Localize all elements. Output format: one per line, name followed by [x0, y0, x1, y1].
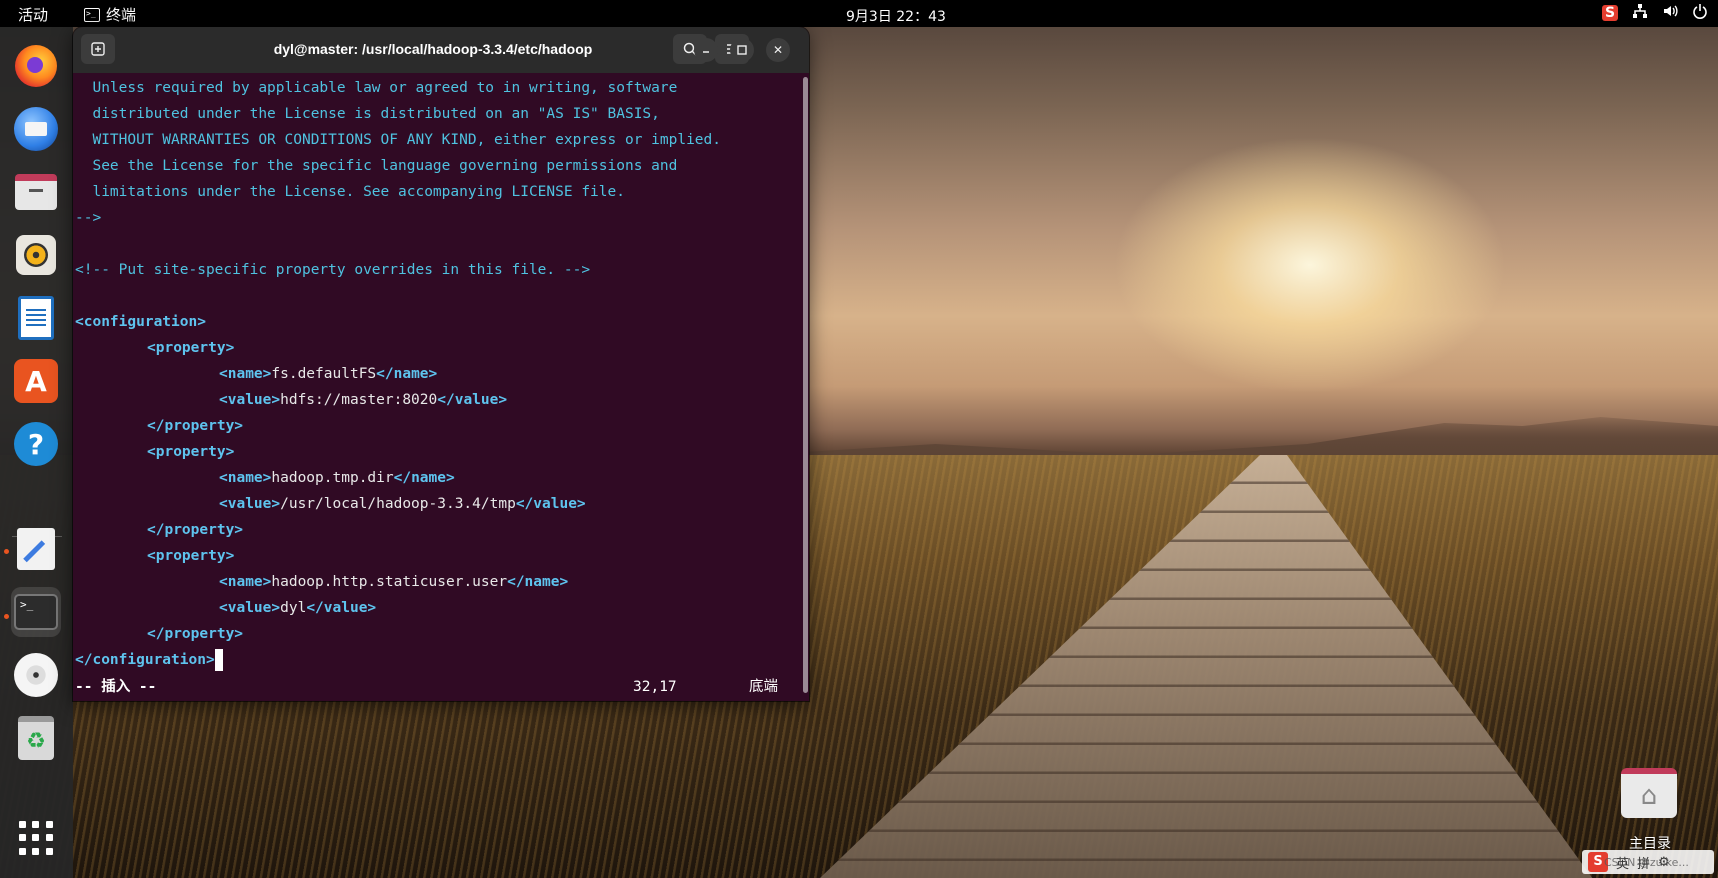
- dock-thunderbird[interactable]: [11, 104, 61, 154]
- terminal-icon: >_: [84, 7, 100, 22]
- app-grid-icon: [19, 821, 53, 855]
- dock-writer[interactable]: [11, 293, 61, 343]
- app-store-icon: A: [14, 359, 58, 403]
- xml-tag: </property>: [147, 626, 244, 642]
- xml-line: <value>hdfs://master:8020</value>: [219, 392, 508, 408]
- vim-mode: -- 插入 --: [75, 679, 157, 695]
- cursor-position: 32,17: [633, 679, 677, 695]
- close-icon: ✕: [772, 43, 784, 57]
- clock[interactable]: 9月3日 22：43: [846, 6, 946, 26]
- home-folder-icon[interactable]: ⌂: [1616, 763, 1680, 827]
- trash-icon: ♻: [18, 716, 54, 760]
- xml-tag: <property>: [147, 340, 235, 356]
- thunderbird-icon: [14, 107, 58, 151]
- xml-line: <name>hadoop.tmp.dir</name>: [219, 470, 455, 486]
- xml-tag: <property>: [147, 548, 235, 564]
- dvd-icon: [14, 653, 58, 697]
- xml-line: </configuration>: [75, 647, 223, 673]
- text-line: -->: [75, 210, 102, 226]
- top-bar: 活动 >_ 终端 9月3日 22：43 S: [0, 0, 1718, 27]
- dock-app-store[interactable]: A: [11, 356, 61, 406]
- maximize-icon: [737, 45, 747, 55]
- dock-trash[interactable]: ♻: [11, 713, 61, 763]
- maximize-button[interactable]: [730, 38, 754, 62]
- text-line: WITHOUT WARRANTIES OR CONDITIONS OF ANY …: [75, 132, 722, 148]
- app-menu-label: 终端: [106, 6, 137, 24]
- xml-line: <name>hadoop.http.staticuser.user</name>: [219, 574, 569, 590]
- network-icon[interactable]: [1632, 3, 1648, 23]
- xml-tag: </property>: [147, 522, 244, 538]
- text-line: distributed under the License is distrib…: [75, 106, 660, 122]
- xml-line: <name>fs.defaultFS</name>: [219, 366, 438, 382]
- home-icon: ⌂: [1621, 768, 1677, 818]
- volume-icon[interactable]: [1662, 3, 1678, 23]
- text-editor-icon: [17, 528, 55, 570]
- text-line: <!-- Put site-specific property override…: [75, 262, 591, 278]
- terminal-icon: >_: [14, 594, 58, 630]
- power-icon[interactable]: [1692, 3, 1708, 23]
- rhythmbox-icon: [16, 235, 56, 275]
- xml-tag: <configuration>: [75, 314, 206, 330]
- scroll-position: 底端: [749, 679, 778, 695]
- xml-line: <value>/usr/local/hadoop-3.3.4/tmp</valu…: [219, 496, 586, 512]
- system-tray[interactable]: S: [1602, 3, 1708, 23]
- firefox-icon: [15, 45, 57, 87]
- scrollbar[interactable]: [801, 73, 809, 701]
- terminal-titlebar[interactable]: dyl@master: /usr/local/hadoop-3.3.4/etc/…: [73, 27, 809, 73]
- dock-files[interactable]: [11, 167, 61, 217]
- dock-rhythmbox[interactable]: [11, 230, 61, 280]
- scrollbar-thumb[interactable]: [803, 77, 808, 693]
- terminal-window[interactable]: dyl@master: /usr/local/hadoop-3.3.4/etc/…: [73, 27, 809, 701]
- close-button[interactable]: ✕: [766, 38, 790, 62]
- new-tab-button[interactable]: [81, 34, 115, 64]
- help-icon: ?: [14, 422, 58, 466]
- writer-icon: [18, 296, 54, 340]
- xml-line: <value>dyl</value>: [219, 600, 377, 616]
- xml-tag: </property>: [147, 418, 244, 434]
- activities-button[interactable]: 活动: [18, 4, 48, 25]
- running-indicator: [4, 549, 9, 554]
- show-applications-button[interactable]: [11, 813, 61, 863]
- dock-help[interactable]: ?: [11, 419, 61, 469]
- xml-tag: <property>: [147, 444, 235, 460]
- terminal-content[interactable]: Unless required by applicable law or agr…: [73, 73, 801, 701]
- sogou-icon[interactable]: S: [1602, 5, 1618, 21]
- app-menu[interactable]: >_ 终端: [84, 4, 136, 25]
- dock: A ? >_ ♻: [0, 27, 73, 878]
- running-indicator: [4, 614, 9, 619]
- text-line: Unless required by applicable law or agr…: [75, 80, 678, 96]
- text-cursor: [214, 649, 223, 671]
- minimize-icon: [703, 51, 709, 53]
- new-tab-icon: [91, 42, 105, 56]
- dock-dvd[interactable]: [11, 650, 61, 700]
- dock-terminal[interactable]: >_: [11, 587, 61, 637]
- text-line: See the License for the specific languag…: [75, 158, 678, 174]
- watermark: CSDN @zuike...: [1604, 856, 1689, 869]
- text-line: limitations under the License. See accom…: [75, 184, 625, 200]
- window-title: dyl@master: /usr/local/hadoop-3.3.4/etc/…: [273, 41, 593, 57]
- dock-text-editor[interactable]: [11, 524, 61, 574]
- minimize-button[interactable]: [694, 38, 718, 62]
- files-icon: [15, 174, 57, 210]
- dock-firefox[interactable]: [11, 41, 61, 91]
